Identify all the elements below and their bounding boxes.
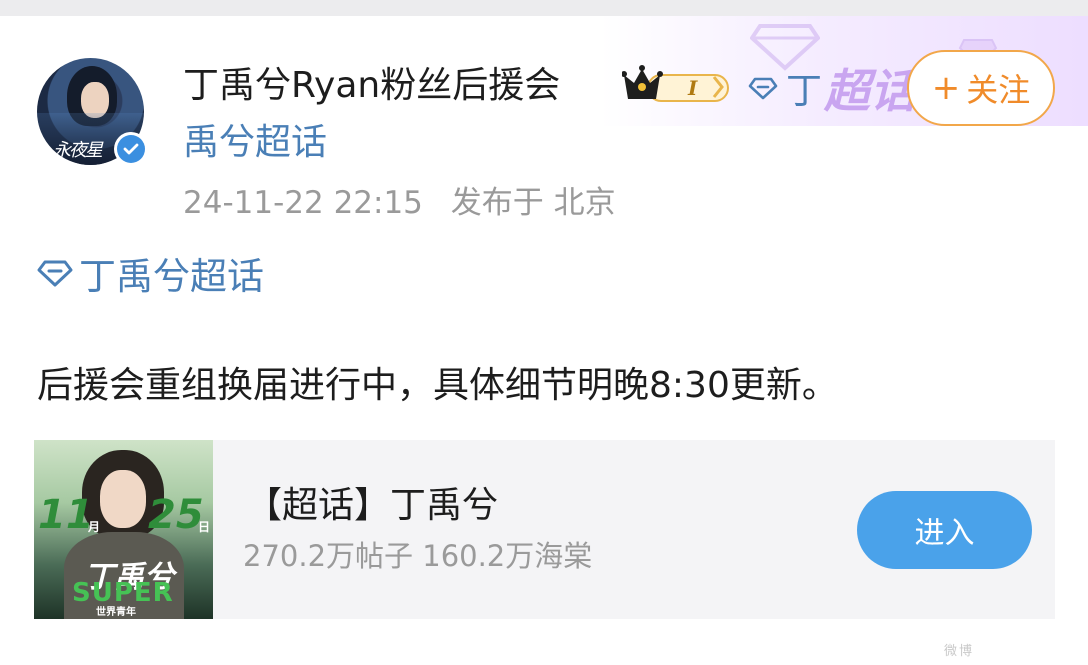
card-title: 【超话】丁禹兮 bbox=[246, 485, 499, 526]
watermark: 微博 bbox=[944, 644, 975, 659]
topic-inline-highlight: 超话 bbox=[824, 64, 917, 118]
cover-month-unit: 月 bbox=[88, 520, 101, 534]
topic-tag-link[interactable]: 丁禹兮超话 bbox=[37, 248, 264, 298]
cover-day-unit: 日 bbox=[198, 520, 211, 534]
verified-icon bbox=[117, 135, 145, 163]
topic-inline-text: 丁 bbox=[786, 71, 823, 112]
cover-month: 11 bbox=[38, 492, 94, 538]
cover-face bbox=[100, 470, 146, 528]
badge-level: I bbox=[687, 76, 698, 100]
post-location: 发布于 北京 bbox=[450, 185, 616, 221]
topic-link-continuation[interactable]: 禹兮超话 bbox=[183, 118, 327, 168]
avatar-text: 永夜星 bbox=[53, 140, 103, 161]
super-topic-icon bbox=[37, 260, 73, 287]
follow-button[interactable]: + 关注 bbox=[907, 50, 1055, 126]
verified-badge bbox=[114, 132, 148, 166]
card-cover-image: 11 月 25 日 丁禹兮 SUPER 世界青年 bbox=[34, 440, 213, 619]
top-strip bbox=[0, 0, 1088, 16]
enter-button[interactable]: 进入 bbox=[857, 491, 1032, 569]
post-body: 后援会重组换届进行中，具体细节明晚8:30更新。 bbox=[37, 365, 838, 406]
post-meta: 24-11-22 22:15 发布于 北京 bbox=[183, 180, 616, 226]
cover-day: 25 bbox=[148, 492, 204, 538]
super-topic-icon bbox=[748, 77, 778, 100]
username[interactable]: 丁禹兮Ryan粉丝后援会 bbox=[183, 60, 560, 112]
follow-label: 关注 bbox=[966, 71, 1031, 109]
topic-link-inline[interactable]: 丁 超话 bbox=[748, 64, 916, 118]
post-timestamp: 24-11-22 22:15 bbox=[183, 185, 423, 221]
crown-level-badge[interactable]: I bbox=[622, 63, 732, 107]
card-stats: 270.2万帖子 160.2万海棠 bbox=[243, 539, 593, 573]
topic-tag-label: 丁禹兮超话 bbox=[79, 255, 264, 298]
cover-subtitle: 世界青年 bbox=[96, 607, 136, 618]
plus-icon: + bbox=[931, 68, 961, 108]
